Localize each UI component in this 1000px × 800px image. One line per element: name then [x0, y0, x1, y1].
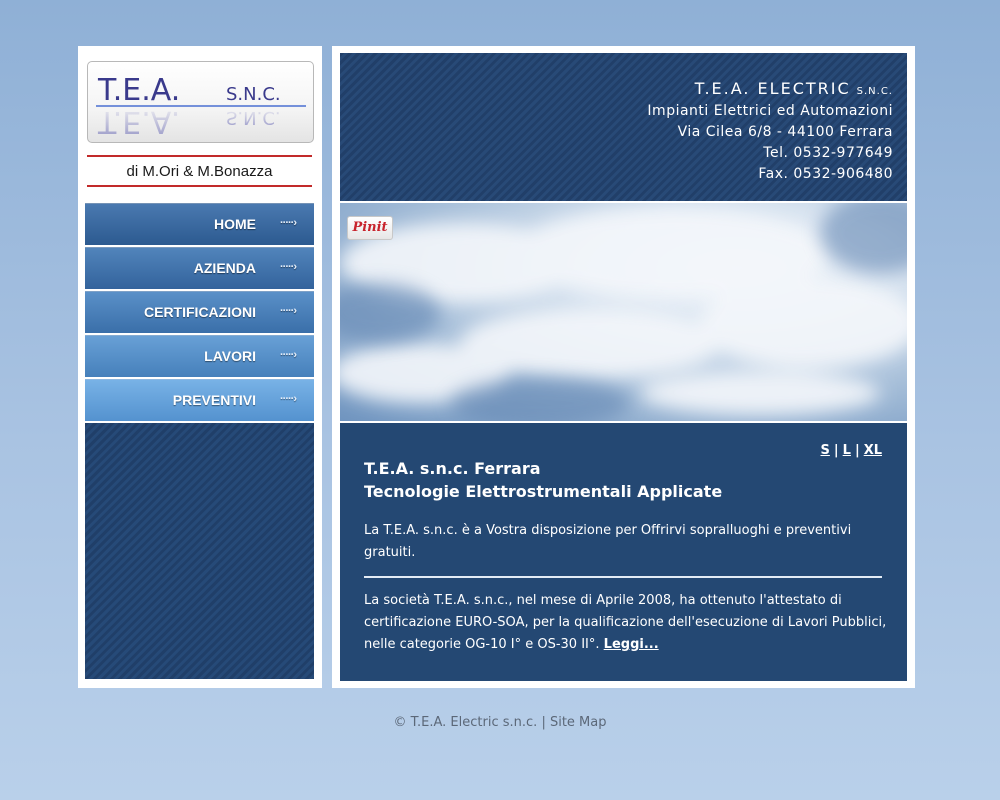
logo-suffix: S.N.C. — [226, 84, 281, 105]
logo[interactable]: T.E.A. S.N.C. T.E.A. S.N.C. — [87, 61, 314, 143]
nav-preventivi[interactable]: PREVENTIVI ·····› — [85, 379, 314, 421]
sidebar-pattern-panel — [85, 423, 314, 679]
company-title: T.E.A. ELECTRIC — [694, 79, 851, 98]
header-tagline: Impianti Elettrici ed Automazioni — [647, 103, 893, 119]
company-suffix: S.N.C. — [856, 86, 893, 97]
sky-image — [340, 203, 907, 421]
arrow-right-icon: ·····› — [280, 349, 297, 361]
arrow-right-icon: ·····› — [280, 393, 297, 405]
svg-text:T.E.A.: T.E.A. — [97, 104, 180, 139]
content-subtitle: Tecnologie Elettrostrumentali Applicate — [364, 482, 723, 501]
size-xl-link[interactable]: XL — [864, 443, 882, 458]
arrow-right-icon: ·····› — [280, 261, 297, 273]
nav-home[interactable]: HOME ·····› — [85, 203, 314, 245]
nav-label: LAVORI — [204, 348, 256, 364]
size-s-link[interactable]: S — [821, 443, 830, 458]
svg-text:S.N.C.: S.N.C. — [226, 107, 281, 128]
pinit-button[interactable]: Pinit — [347, 216, 393, 240]
size-separator: | — [833, 443, 839, 458]
nav-label: PREVENTIVI — [172, 392, 256, 408]
company-name: T.E.A. ELECTRIC S.N.C. — [695, 79, 893, 98]
header-phone: Tel. 0532-977649 — [763, 145, 893, 161]
nav-label: AZIENDA — [193, 260, 256, 276]
arrow-right-icon: ·····› — [280, 217, 297, 229]
footer-separator: | — [541, 715, 546, 730]
nav-label: HOME — [214, 216, 256, 232]
arrow-right-icon: ·····› — [280, 305, 297, 317]
main-nav: HOME ·····› AZIENDA ·····› CERTIFICAZION… — [85, 203, 314, 423]
footer: © T.E.A. Electric s.n.c. | Site Map — [0, 715, 1000, 730]
nav-azienda[interactable]: AZIENDA ·····› — [85, 247, 314, 289]
content-divider — [364, 576, 882, 578]
read-more-link[interactable]: Leggi... — [604, 637, 659, 652]
clouds-graphic — [340, 203, 907, 421]
nav-certificazioni[interactable]: CERTIFICAZIONI ·····› — [85, 291, 314, 333]
sidebar: T.E.A. S.N.C. T.E.A. S.N.C. di M.Ori & M… — [78, 46, 322, 688]
owners-caption: di M.Ori & M.Bonazza — [87, 155, 312, 187]
main-panel: T.E.A. ELECTRIC S.N.C. Impianti Elettrici… — [332, 46, 915, 688]
intro-paragraph: La T.E.A. s.n.c. è a Vostra disposizione… — [364, 523, 852, 560]
logo-reflection: T.E.A. S.N.C. — [97, 104, 281, 139]
logo-text: T.E.A. — [97, 73, 180, 108]
content-panel: S | L | XL T.E.A. s.n.c. Ferrara Tecnologie … — [340, 423, 907, 681]
footer-copyright: © T.E.A. Electric s.n.c. — [393, 715, 538, 730]
logo-graphic: T.E.A. S.N.C. T.E.A. S.N.C. — [96, 73, 306, 139]
sitemap-link[interactable]: Site Map — [550, 715, 607, 730]
nav-lavori[interactable]: LAVORI ·····› — [85, 335, 314, 377]
text-size-switcher: S | L | XL — [821, 443, 882, 458]
content-title: T.E.A. s.n.c. Ferrara — [364, 459, 541, 478]
size-separator: | — [854, 443, 860, 458]
nav-label: CERTIFICAZIONI — [144, 304, 256, 320]
header-banner: T.E.A. ELECTRIC S.N.C. Impianti Elettrici… — [340, 53, 907, 201]
size-l-link[interactable]: L — [843, 443, 851, 458]
header-fax: Fax. 0532-906480 — [758, 166, 893, 182]
header-address: Via Cilea 6/8 - 44100 Ferrara — [677, 124, 893, 140]
news-paragraph: La società T.E.A. s.n.c., nel mese di Ap… — [364, 590, 889, 656]
